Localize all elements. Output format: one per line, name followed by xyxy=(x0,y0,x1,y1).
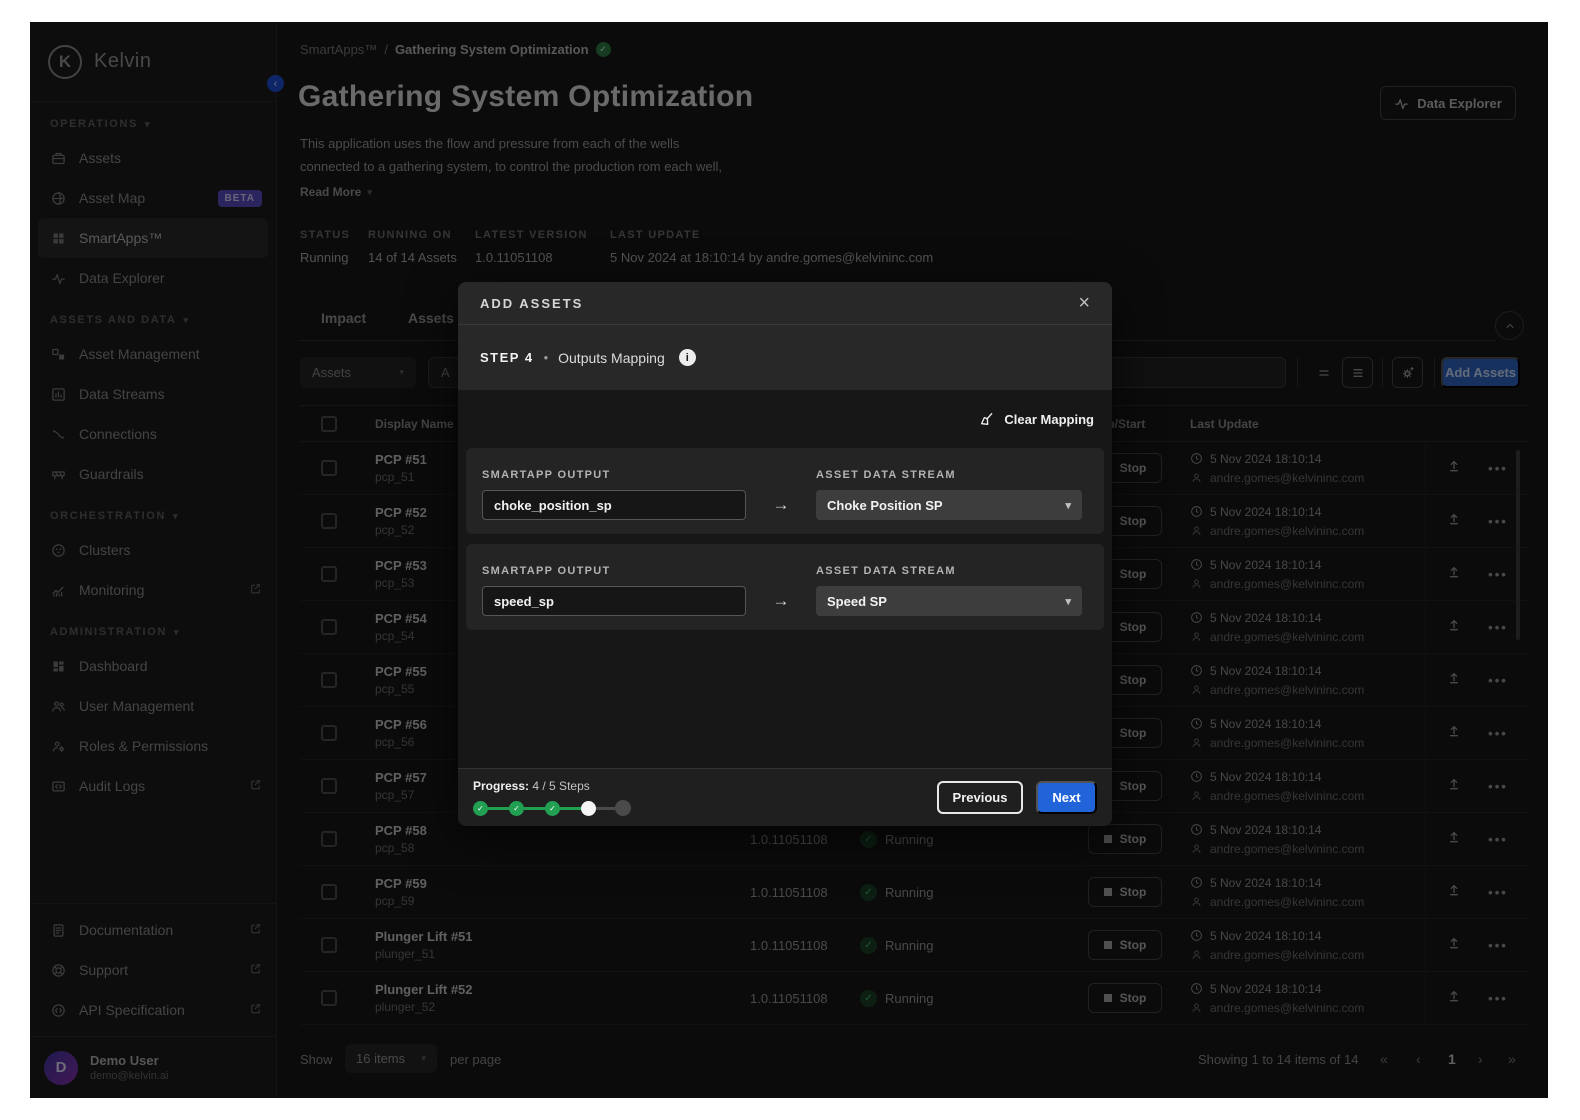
arrow-right-icon: → xyxy=(746,591,816,616)
smartapp-output-input[interactable] xyxy=(482,490,746,520)
step-label: STEP 4 xyxy=(480,350,534,365)
mapping-row: SMARTAPP OUTPUT → ASSET DATA STREAM Spee… xyxy=(466,544,1104,630)
step-todo-icon xyxy=(615,800,631,816)
chevron-down-icon: ▾ xyxy=(1065,595,1071,608)
mapping-row: SMARTAPP OUTPUT → ASSET DATA STREAM Chok… xyxy=(466,448,1104,534)
info-icon[interactable]: i xyxy=(679,349,696,366)
smartapp-output-label: SMARTAPP OUTPUT xyxy=(482,565,746,577)
add-assets-modal: ADD ASSETS × STEP 4 • Outputs Mapping i … xyxy=(458,282,1112,826)
step-done-icon: ✓ xyxy=(473,801,488,816)
modal-footer: Progress: 4 / 5 Steps ✓ ✓ ✓ Previous Nex… xyxy=(458,768,1112,826)
modal-step-bar: STEP 4 • Outputs Mapping i xyxy=(458,325,1112,390)
progress-text: Progress: 4 / 5 Steps xyxy=(473,779,937,793)
modal-header: ADD ASSETS × xyxy=(458,282,1112,325)
step-name: Outputs Mapping xyxy=(558,350,665,366)
broom-icon xyxy=(979,411,995,427)
smartapp-output-label: SMARTAPP OUTPUT xyxy=(482,469,746,481)
step-done-icon: ✓ xyxy=(545,801,560,816)
asset-data-stream-select[interactable]: Speed SP ▾ xyxy=(816,586,1082,616)
next-button[interactable]: Next xyxy=(1036,781,1097,814)
step-current-icon xyxy=(581,801,596,816)
asset-data-stream-label: ASSET DATA STREAM xyxy=(816,565,1082,577)
modal-body: Clear Mapping SMARTAPP OUTPUT → ASSET DA… xyxy=(458,390,1112,768)
clear-mapping-button[interactable]: Clear Mapping xyxy=(979,411,1094,427)
modal-title: ADD ASSETS xyxy=(480,296,1078,311)
smartapp-output-input[interactable] xyxy=(482,586,746,616)
step-done-icon: ✓ xyxy=(509,801,524,816)
asset-data-stream-label: ASSET DATA STREAM xyxy=(816,469,1082,481)
close-icon[interactable]: × xyxy=(1078,293,1090,313)
arrow-right-icon: → xyxy=(746,495,816,520)
asset-data-stream-select[interactable]: Choke Position SP ▾ xyxy=(816,490,1082,520)
progress-stepper: ✓ ✓ ✓ xyxy=(473,800,937,816)
chevron-down-icon: ▾ xyxy=(1065,499,1071,512)
previous-button[interactable]: Previous xyxy=(937,781,1023,814)
step-separator: • xyxy=(544,350,549,365)
app-window: K Kelvin OPERATIONS▾ Assets Asset Map BE… xyxy=(30,22,1548,1098)
